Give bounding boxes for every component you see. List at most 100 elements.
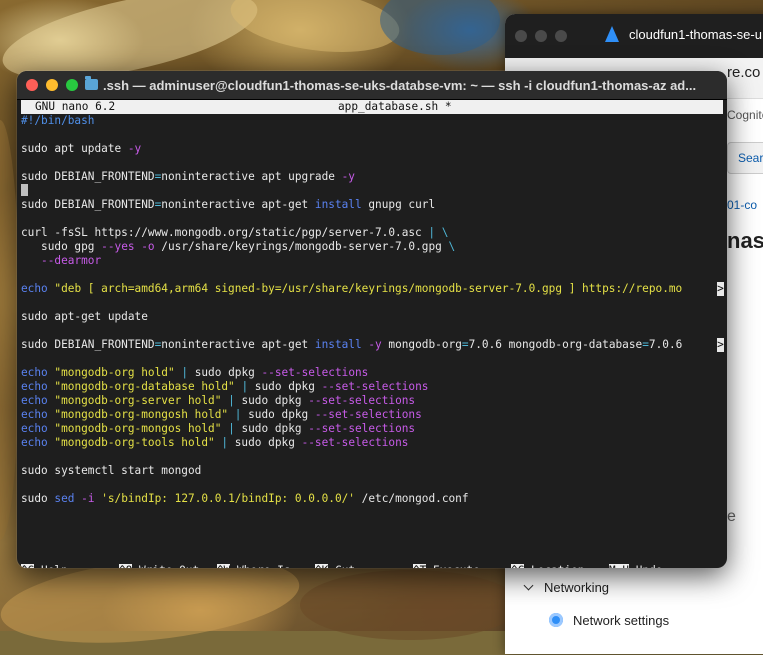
code-line[interactable]: curl -fsSL https://www.mongodb.org/stati… xyxy=(21,226,727,240)
shortcut-key: ^O xyxy=(119,564,133,568)
code-token: sudo gpg xyxy=(21,240,102,253)
code-token: -y xyxy=(341,170,355,183)
code-token: 's/bindIp: 127.0.0.1/bindIp: 0.0.0.0/' xyxy=(101,492,355,505)
code-token: echo xyxy=(21,436,48,449)
shortcut-item[interactable]: ^C Location xyxy=(511,564,584,568)
shortcut-item[interactable]: ^W Where Is xyxy=(217,564,290,568)
code-token: sudo dpkg xyxy=(228,436,302,449)
code-token: sudo DEBIAN_FRONTEND xyxy=(21,338,155,351)
code-line[interactable]: echo "mongodb-org-server hold" | sudo dp… xyxy=(21,394,727,408)
close-button[interactable] xyxy=(26,79,38,91)
code-line[interactable]: echo "mongodb-org-database hold" | sudo … xyxy=(21,380,727,394)
code-token: /usr/share/keyrings/mongodb-server-7.0.g… xyxy=(154,240,449,253)
shortcut-item[interactable]: ^G Help xyxy=(21,564,68,568)
shortcut-label: Where Is xyxy=(230,564,290,568)
code-token: \ xyxy=(448,240,456,253)
code-line[interactable]: sudo DEBIAN_FRONTEND = noninteractive apt-… xyxy=(21,338,727,352)
code-line[interactable]: sudo gpg --yes -o /usr/share/keyrings/mo… xyxy=(21,240,727,254)
code-line[interactable] xyxy=(21,156,727,170)
sidebar-item-network-settings[interactable]: Network settings xyxy=(549,613,669,628)
nano-shortcut-bar: ^G Help ^O Write Out ^W Where Is ^K Cut ^T E… xyxy=(21,564,721,568)
sidebar-item-networking[interactable]: Networking xyxy=(523,580,610,595)
code-token: sudo dpkg xyxy=(188,366,262,379)
folder-icon xyxy=(85,76,98,90)
shortcut-item[interactable]: ^T Execute xyxy=(413,564,480,568)
code-token: -i xyxy=(81,492,95,505)
code-token: sudo apt update xyxy=(21,142,128,155)
shortcut-row: ^G Help ^O Write Out ^W Where Is ^K Cut ^T E… xyxy=(21,564,721,568)
shortcut-item[interactable]: ^K Cut xyxy=(315,564,355,568)
code-line[interactable] xyxy=(21,184,727,198)
code-line[interactable]: echo "mongodb-org hold" | sudo dpkg --se… xyxy=(21,366,727,380)
code-token: sudo dpkg xyxy=(241,408,315,421)
code-line[interactable]: #!/bin/bash xyxy=(21,114,727,128)
code-line[interactable]: echo "mongodb-org-mongosh hold" | sudo d… xyxy=(21,408,727,422)
url-text[interactable]: re.co xyxy=(727,64,760,81)
code-token: = xyxy=(642,338,649,351)
shortcut-item[interactable]: ^O Write Out xyxy=(119,564,199,568)
code-token: sudo apt-get update xyxy=(21,310,148,323)
browser-tab-title[interactable]: cloudfun1-thomas-se-u xyxy=(629,27,762,42)
zoom-button[interactable] xyxy=(66,79,78,91)
code-token: "mongodb-org-mongosh hold" xyxy=(54,408,229,421)
code-token: -y xyxy=(368,338,382,351)
code-line[interactable] xyxy=(21,268,727,282)
code-token: noninteractive apt-get xyxy=(161,338,315,351)
code-token: "mongodb-org-mongos hold" xyxy=(54,422,222,435)
shortcut-label: Execute xyxy=(426,564,480,568)
sidebar-item-label: Networking xyxy=(544,580,610,595)
shortcut-label: Cut xyxy=(328,564,355,568)
code-token: sed xyxy=(54,492,75,505)
code-token: --set-selections xyxy=(308,394,416,407)
code-line[interactable]: echo "mongodb-org-tools hold" | sudo dpk… xyxy=(21,436,727,450)
editor-content[interactable]: #!/bin/bash sudo apt update -y sudo DEBIAN… xyxy=(21,114,727,506)
code-line[interactable]: sudo sed -i 's/bindIp: 127.0.0.1/bindIp:… xyxy=(21,492,727,506)
terminal-screen[interactable]: GNU nano 6.2 app_database.sh * #!/bin/ba… xyxy=(17,100,727,568)
breadcrumb[interactable]: 01-co xyxy=(727,198,757,212)
code-line[interactable] xyxy=(21,212,727,226)
nano-version: GNU nano 6.2 xyxy=(35,100,116,113)
code-line[interactable] xyxy=(21,352,727,366)
code-line[interactable]: sudo apt-get update xyxy=(21,310,727,324)
page-title: nas- xyxy=(727,228,763,253)
code-line[interactable] xyxy=(21,128,727,142)
code-token: install xyxy=(314,338,362,351)
terminal-title: .ssh — adminuser@cloudfun1-thomas-se-uks… xyxy=(103,78,697,93)
code-token: "mongodb-org-tools hold" xyxy=(54,436,215,449)
code-line[interactable]: sudo apt update -y xyxy=(21,142,727,156)
code-token: "mongodb-org-server hold" xyxy=(54,394,222,407)
terminal-window[interactable]: .ssh — adminuser@cloudfun1-thomas-se-uks… xyxy=(17,71,727,568)
code-line[interactable]: sudo DEBIAN_FRONTEND=noninteractive apt … xyxy=(21,170,727,184)
code-line[interactable] xyxy=(21,296,727,310)
code-line[interactable] xyxy=(21,450,727,464)
code-line[interactable]: sudo systemctl start mongod xyxy=(21,464,727,478)
code-token: | xyxy=(228,422,235,435)
code-token: | xyxy=(181,366,189,379)
window-control[interactable] xyxy=(515,30,527,42)
code-token: echo xyxy=(21,282,48,295)
window-control[interactable] xyxy=(535,30,547,42)
code-line[interactable] xyxy=(21,478,727,492)
code-token: echo xyxy=(21,422,48,435)
code-token: echo xyxy=(21,380,48,393)
code-token: install xyxy=(314,198,362,211)
code-token: #!/bin/bash xyxy=(21,114,95,127)
code-line[interactable] xyxy=(21,324,727,338)
minimize-button[interactable] xyxy=(46,79,58,91)
search-button[interactable]: Sear xyxy=(727,142,763,174)
browser-tab-bar: cloudfun1-thomas-se-u xyxy=(505,14,763,58)
code-line[interactable]: echo "deb [ arch=amd64,arm64 signed-by=/… xyxy=(21,282,727,296)
azure-logo-icon xyxy=(605,26,619,42)
window-control[interactable] xyxy=(555,30,567,42)
code-token: --set-selections xyxy=(314,408,422,421)
shortcut-label: Undo xyxy=(629,564,663,568)
code-token: | xyxy=(228,394,235,407)
chevron-down-icon xyxy=(523,580,534,591)
shortcut-item[interactable]: M-U Undo xyxy=(609,564,662,568)
code-line[interactable]: sudo DEBIAN_FRONTEND=noninteractive apt-… xyxy=(21,198,727,212)
code-line[interactable]: echo "mongodb-org-mongos hold" | sudo dp… xyxy=(21,422,727,436)
code-token: "mongodb-org-database hold" xyxy=(54,380,235,393)
code-token: --set-selections xyxy=(308,422,416,435)
code-line[interactable]: --dearmor xyxy=(21,254,727,268)
terminal-title-bar[interactable]: .ssh — adminuser@cloudfun1-thomas-se-uks… xyxy=(17,71,727,100)
